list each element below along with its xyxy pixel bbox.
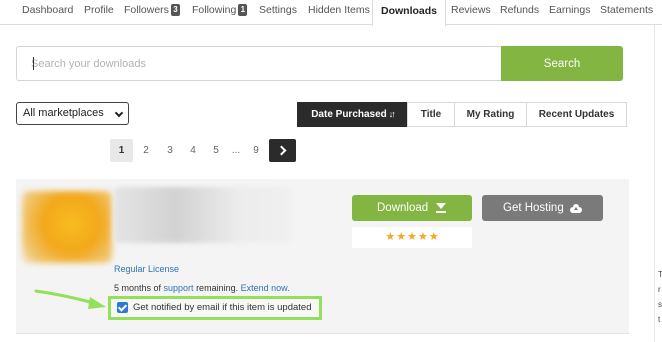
- tab-followers[interactable]: Followers 3: [124, 0, 180, 25]
- marketplace-selected-value: All marketplaces: [23, 107, 104, 119]
- tab-refunds[interactable]: Refunds: [500, 0, 539, 25]
- notify-highlight-box: Get notified by email if this item is up…: [108, 296, 322, 320]
- tab-following[interactable]: Following 1: [192, 0, 248, 25]
- sort-label: Title: [420, 109, 442, 120]
- extend-support-link[interactable]: Extend now.: [241, 283, 290, 293]
- sort-label: Date Purchased: [311, 109, 387, 120]
- page-ellipsis: ...: [231, 145, 241, 156]
- tab-settings[interactable]: Settings: [259, 0, 297, 25]
- sort-options: Date Purchased ↓↑ Title My Rating Recent …: [297, 102, 627, 127]
- tab-label: Settings: [259, 4, 297, 16]
- text-cursor: [33, 57, 34, 70]
- download-icon: [436, 203, 446, 214]
- cloud-upload-icon: [570, 204, 582, 213]
- search-bar: Search: [16, 46, 623, 81]
- support-status: 5 months of support remaining. Extend no…: [114, 283, 290, 293]
- tab-hidden-items[interactable]: Hidden Items: [308, 0, 370, 25]
- next-page-button[interactable]: [269, 139, 296, 162]
- sort-date-purchased-button[interactable]: Date Purchased ↓↑: [297, 102, 408, 127]
- notify-label: Get notified by email if this item is up…: [133, 302, 312, 313]
- following-count-badge: 1: [238, 4, 248, 16]
- chevron-right-icon: [276, 145, 287, 156]
- hosting-label: Get Hosting: [503, 202, 564, 214]
- sort-label: My Rating: [466, 109, 515, 120]
- sidebar-text-fragment: r: [658, 285, 661, 294]
- sidebar-text-fragment: t: [658, 315, 661, 324]
- tab-label: Downloads: [381, 5, 438, 17]
- download-button[interactable]: Download: [352, 195, 472, 221]
- chevron-down-icon: [114, 108, 124, 118]
- search-input[interactable]: [16, 46, 501, 81]
- tab-earnings[interactable]: Earnings: [549, 0, 590, 25]
- support-middle-text: remaining.: [193, 283, 241, 293]
- tab-reviews[interactable]: Reviews: [451, 0, 491, 25]
- star-icon[interactable]: ★: [385, 231, 395, 243]
- item-thumbnail[interactable]: [22, 191, 112, 263]
- sort-label: Recent Updates: [538, 109, 615, 120]
- annotation-arrow-icon: [34, 289, 106, 309]
- account-tabs: Dashboard Profile Followers 3 Following 1 …: [0, 0, 662, 27]
- page-3[interactable]: 3: [163, 139, 177, 162]
- tab-label: Hidden Items: [308, 4, 370, 16]
- license-link[interactable]: Regular License: [114, 264, 179, 274]
- star-icon[interactable]: ★: [407, 231, 417, 243]
- sort-my-rating-button[interactable]: My Rating: [454, 102, 527, 127]
- get-hosting-button[interactable]: Get Hosting: [482, 195, 603, 221]
- page-4[interactable]: 4: [186, 139, 200, 162]
- page-2[interactable]: 2: [139, 139, 153, 162]
- download-label: Download: [377, 202, 429, 214]
- star-icon[interactable]: ★: [418, 231, 428, 243]
- tab-label: Earnings: [549, 4, 591, 16]
- tab-label: Statements: [600, 4, 654, 16]
- sort-recent-updates-button[interactable]: Recent Updates: [526, 102, 627, 127]
- star-icon[interactable]: ★: [396, 231, 406, 243]
- page-5[interactable]: 5: [209, 139, 223, 162]
- tab-label: Profile: [84, 4, 114, 16]
- marketplace-select[interactable]: All marketplaces: [16, 102, 129, 125]
- followers-count-badge: 3: [170, 4, 180, 16]
- tab-dashboard[interactable]: Dashboard: [22, 0, 73, 25]
- sidebar-divider: [654, 25, 655, 342]
- sidebar-text-fragment: T: [658, 270, 662, 279]
- support-prefix-text: 5 months of: [114, 283, 164, 293]
- sidebar-text-fragment: s: [658, 300, 662, 309]
- notify-checkbox[interactable]: [117, 302, 128, 313]
- star-rating[interactable]: ★★★★★: [352, 227, 472, 248]
- sort-title-button[interactable]: Title: [407, 102, 455, 127]
- search-button[interactable]: Search: [501, 46, 623, 81]
- star-icon[interactable]: ★: [429, 231, 439, 243]
- support-link[interactable]: support: [164, 283, 194, 293]
- tab-statements[interactable]: Statements: [600, 0, 653, 25]
- tab-downloads[interactable]: Downloads: [372, 0, 447, 27]
- tab-label: Dashboard: [22, 4, 74, 16]
- tab-label: Followers: [124, 4, 169, 16]
- page-9[interactable]: 9: [249, 139, 263, 162]
- item-title-blurred: [114, 187, 292, 243]
- tab-label: Refunds: [500, 4, 540, 16]
- sort-descending-icon: ↓↑: [388, 109, 396, 119]
- tab-label: Following: [192, 4, 237, 16]
- page-1[interactable]: 1: [110, 139, 133, 162]
- tab-label: Reviews: [451, 4, 491, 16]
- card-divider: [16, 333, 629, 334]
- tab-profile[interactable]: Profile: [84, 0, 114, 25]
